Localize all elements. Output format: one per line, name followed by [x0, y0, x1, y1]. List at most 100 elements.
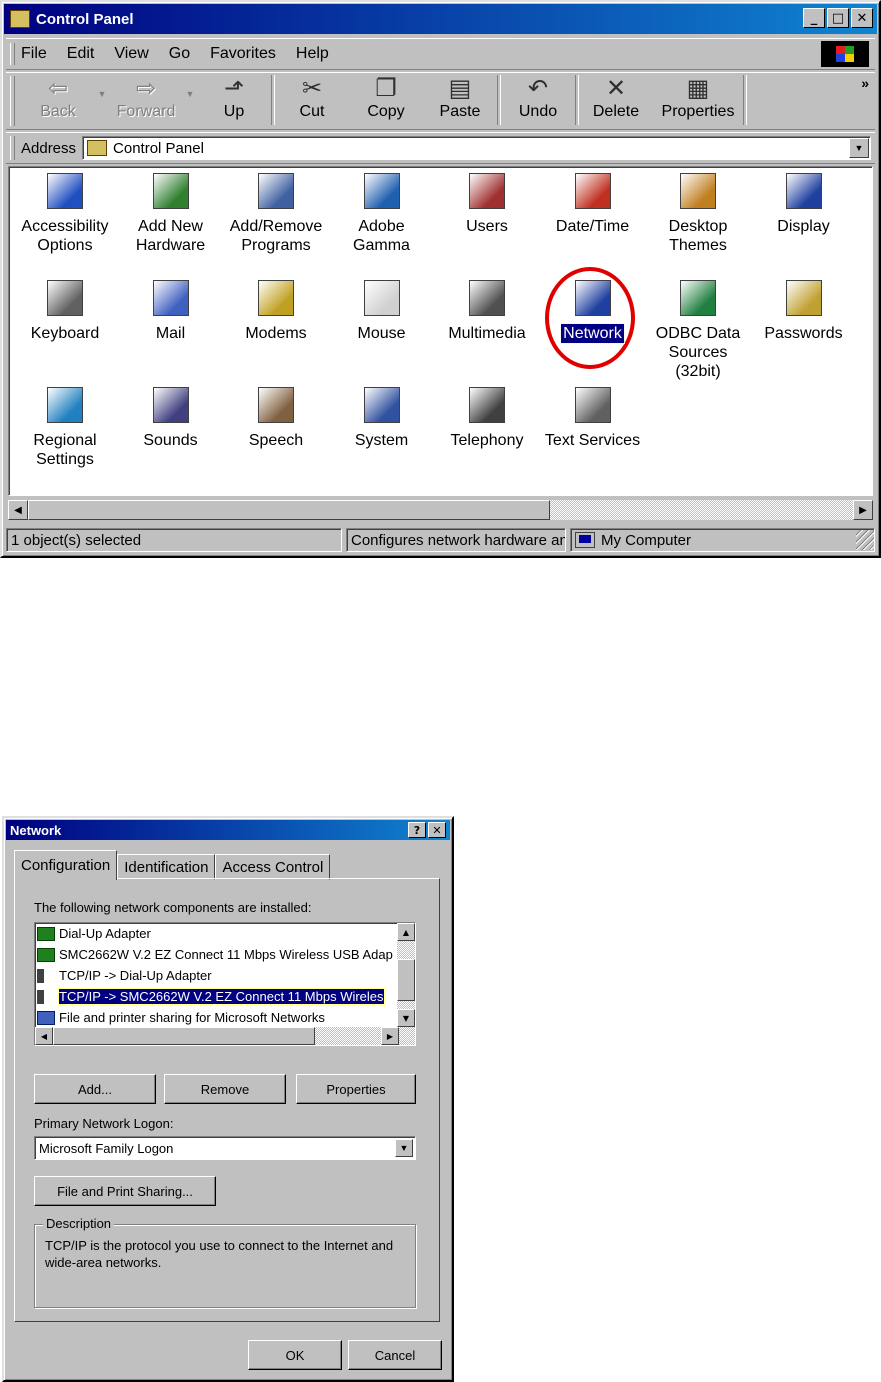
- up-button[interactable]: ⬏ Up: [197, 73, 271, 127]
- protocol-icon: [37, 989, 55, 1004]
- cp-item-adobe-gamma[interactable]: Adobe Gamma: [330, 173, 434, 255]
- cp-item-mouse[interactable]: Mouse: [330, 280, 434, 343]
- menu-file[interactable]: File: [21, 45, 47, 63]
- cp-item-accessibility-options[interactable]: Accessibility Options: [13, 173, 117, 255]
- paste-button[interactable]: ▤ Paste: [423, 73, 497, 127]
- address-field[interactable]: Control Panel ▼: [82, 136, 871, 160]
- control-panel-titlebar[interactable]: Control Panel _ □ ✕: [4, 4, 877, 34]
- cp-item-modems[interactable]: Modems: [224, 280, 328, 343]
- forward-button[interactable]: ⇨ Forward: [109, 73, 183, 127]
- horizontal-scrollbar[interactable]: ◀ ▶: [8, 500, 873, 522]
- cp-item-users[interactable]: Users: [435, 173, 539, 236]
- cp-item-regional-settings[interactable]: Regional Settings: [13, 387, 117, 469]
- undo-button[interactable]: ↶ Undo: [501, 73, 575, 127]
- menu-edit[interactable]: Edit: [67, 45, 95, 63]
- remove-button[interactable]: Remove: [164, 1074, 286, 1104]
- toolbar-grip[interactable]: [10, 76, 15, 126]
- tab-configuration[interactable]: Configuration: [14, 850, 118, 880]
- description-group: Description TCP/IP is the protocol you u…: [34, 1216, 416, 1308]
- list-hscroll-thumb[interactable]: [53, 1027, 315, 1045]
- back-dropdown-icon[interactable]: ▼: [95, 73, 109, 99]
- minimize-button[interactable]: _: [803, 8, 825, 28]
- list-item-text: SMC2662W V.2 EZ Connect 11 Mbps Wireless…: [59, 947, 393, 962]
- primary-logon-select[interactable]: Microsoft Family Logon ▼: [34, 1136, 416, 1160]
- list-item[interactable]: SMC2662W V.2 EZ Connect 11 Mbps Wireless…: [35, 944, 399, 965]
- accessibility-icon: [47, 173, 83, 209]
- cp-item-speech[interactable]: Speech: [224, 387, 328, 450]
- cp-item-add-new-hardware[interactable]: Add New Hardware: [119, 173, 223, 255]
- keys-icon: [785, 280, 822, 316]
- cp-item-label: ODBC Data Sources (32bit): [655, 325, 741, 380]
- cp-item-network[interactable]: Network: [541, 280, 645, 344]
- menu-view[interactable]: View: [114, 45, 148, 63]
- properties-button[interactable]: ▦ Properties: [653, 73, 743, 127]
- cp-item-date-time[interactable]: Date/Time: [541, 173, 645, 236]
- cp-item-add-remove-programs[interactable]: Add/Remove Programs: [224, 173, 328, 255]
- cp-item-system[interactable]: System: [330, 387, 434, 450]
- scissors-icon: ✂: [301, 74, 323, 102]
- scroll-left-button[interactable]: ◀: [8, 500, 28, 520]
- file-print-sharing-button[interactable]: File and Print Sharing...: [34, 1176, 216, 1206]
- menu-go[interactable]: Go: [169, 45, 190, 63]
- cancel-button[interactable]: Cancel: [348, 1340, 442, 1370]
- cp-item-keyboard[interactable]: Keyboard: [13, 280, 117, 343]
- components-list[interactable]: Dial-Up Adapter SMC2662W V.2 EZ Connect 1…: [34, 922, 416, 1046]
- cp-item-odbc-data-sources-32bit[interactable]: ODBC Data Sources (32bit): [646, 280, 750, 381]
- ok-button[interactable]: OK: [248, 1340, 342, 1370]
- cp-item-display[interactable]: Display: [752, 173, 856, 236]
- list-item[interactable]: Dial-Up Adapter: [35, 923, 399, 944]
- list-vscroll-thumb[interactable]: [397, 959, 415, 1001]
- list-horizontal-scrollbar[interactable]: ◀ ▶: [35, 1027, 415, 1045]
- cp-item-desktop-themes[interactable]: Desktop Themes: [646, 173, 750, 255]
- list-item[interactable]: TCP/IP -> Dial-Up Adapter: [35, 965, 399, 986]
- components-label: The following network components are ins…: [34, 900, 312, 915]
- maximize-button[interactable]: □: [827, 8, 849, 28]
- cp-item-label: Mouse: [357, 325, 406, 342]
- toolbar-chevron-icon[interactable]: »: [861, 75, 869, 91]
- forward-arrow-icon: ⇨: [135, 74, 157, 102]
- address-dropdown-button[interactable]: ▼: [849, 138, 869, 158]
- icon-view: Accessibility Options Add New Hardware Add…: [8, 166, 873, 496]
- scroll-right-button[interactable]: ▶: [853, 500, 873, 520]
- menu-favorites[interactable]: Favorites: [210, 45, 276, 63]
- address-label: Address: [21, 139, 77, 157]
- dialog-close-button[interactable]: ✕: [428, 822, 446, 838]
- cp-item-label: Add/Remove Programs: [229, 218, 323, 254]
- menu-grip[interactable]: [10, 43, 15, 65]
- list-scroll-right-button[interactable]: ▶: [381, 1027, 399, 1045]
- list-vertical-scrollbar[interactable]: ▲ ▼: [397, 923, 415, 1027]
- cp-item-mail[interactable]: Mail: [119, 280, 223, 343]
- cut-button[interactable]: ✂ Cut: [275, 73, 349, 127]
- list-item[interactable]: File and printer sharing for Microsoft N…: [35, 1007, 399, 1028]
- status-selection: 1 object(s) selected: [6, 528, 342, 552]
- cp-item-sounds[interactable]: Sounds: [119, 387, 223, 450]
- list-scroll-left-button[interactable]: ◀: [35, 1027, 53, 1045]
- network-titlebar[interactable]: Network ? ✕: [6, 820, 450, 840]
- forward-dropdown-icon[interactable]: ▼: [183, 73, 197, 99]
- close-button[interactable]: ✕: [851, 8, 873, 28]
- help-button[interactable]: ?: [408, 822, 426, 838]
- add-button[interactable]: Add...: [34, 1074, 156, 1104]
- list-item[interactable]: TCP/IP -> SMC2662W V.2 EZ Connect 11 Mbp…: [35, 986, 399, 1007]
- tab-access-control[interactable]: Access Control: [215, 854, 331, 880]
- logon-dropdown-button[interactable]: ▼: [395, 1139, 413, 1157]
- cp-item-passwords[interactable]: Passwords: [752, 280, 856, 343]
- list-scroll-down-button[interactable]: ▼: [397, 1009, 415, 1027]
- cp-item-text-services[interactable]: Text Services: [541, 387, 645, 450]
- cp-item-telephony[interactable]: Telephony: [435, 387, 539, 450]
- mail-icon: [152, 280, 189, 316]
- cp-item-label: Regional Settings: [33, 432, 97, 468]
- scroll-thumb[interactable]: [28, 500, 550, 520]
- resize-grip-icon[interactable]: [856, 530, 874, 550]
- copy-button[interactable]: ❐ Copy: [349, 73, 423, 127]
- clipboard-icon: ▤: [448, 74, 472, 102]
- programs-icon: [258, 173, 294, 209]
- tab-identification[interactable]: Identification: [117, 854, 216, 880]
- list-scroll-up-button[interactable]: ▲: [397, 923, 415, 941]
- cp-item-multimedia[interactable]: Multimedia: [435, 280, 539, 343]
- back-button[interactable]: ⇦ Back: [21, 73, 95, 127]
- delete-button[interactable]: ✕ Delete: [579, 73, 653, 127]
- properties-dialog-button[interactable]: Properties: [296, 1074, 416, 1104]
- menu-help[interactable]: Help: [296, 45, 329, 63]
- address-grip[interactable]: [10, 136, 15, 160]
